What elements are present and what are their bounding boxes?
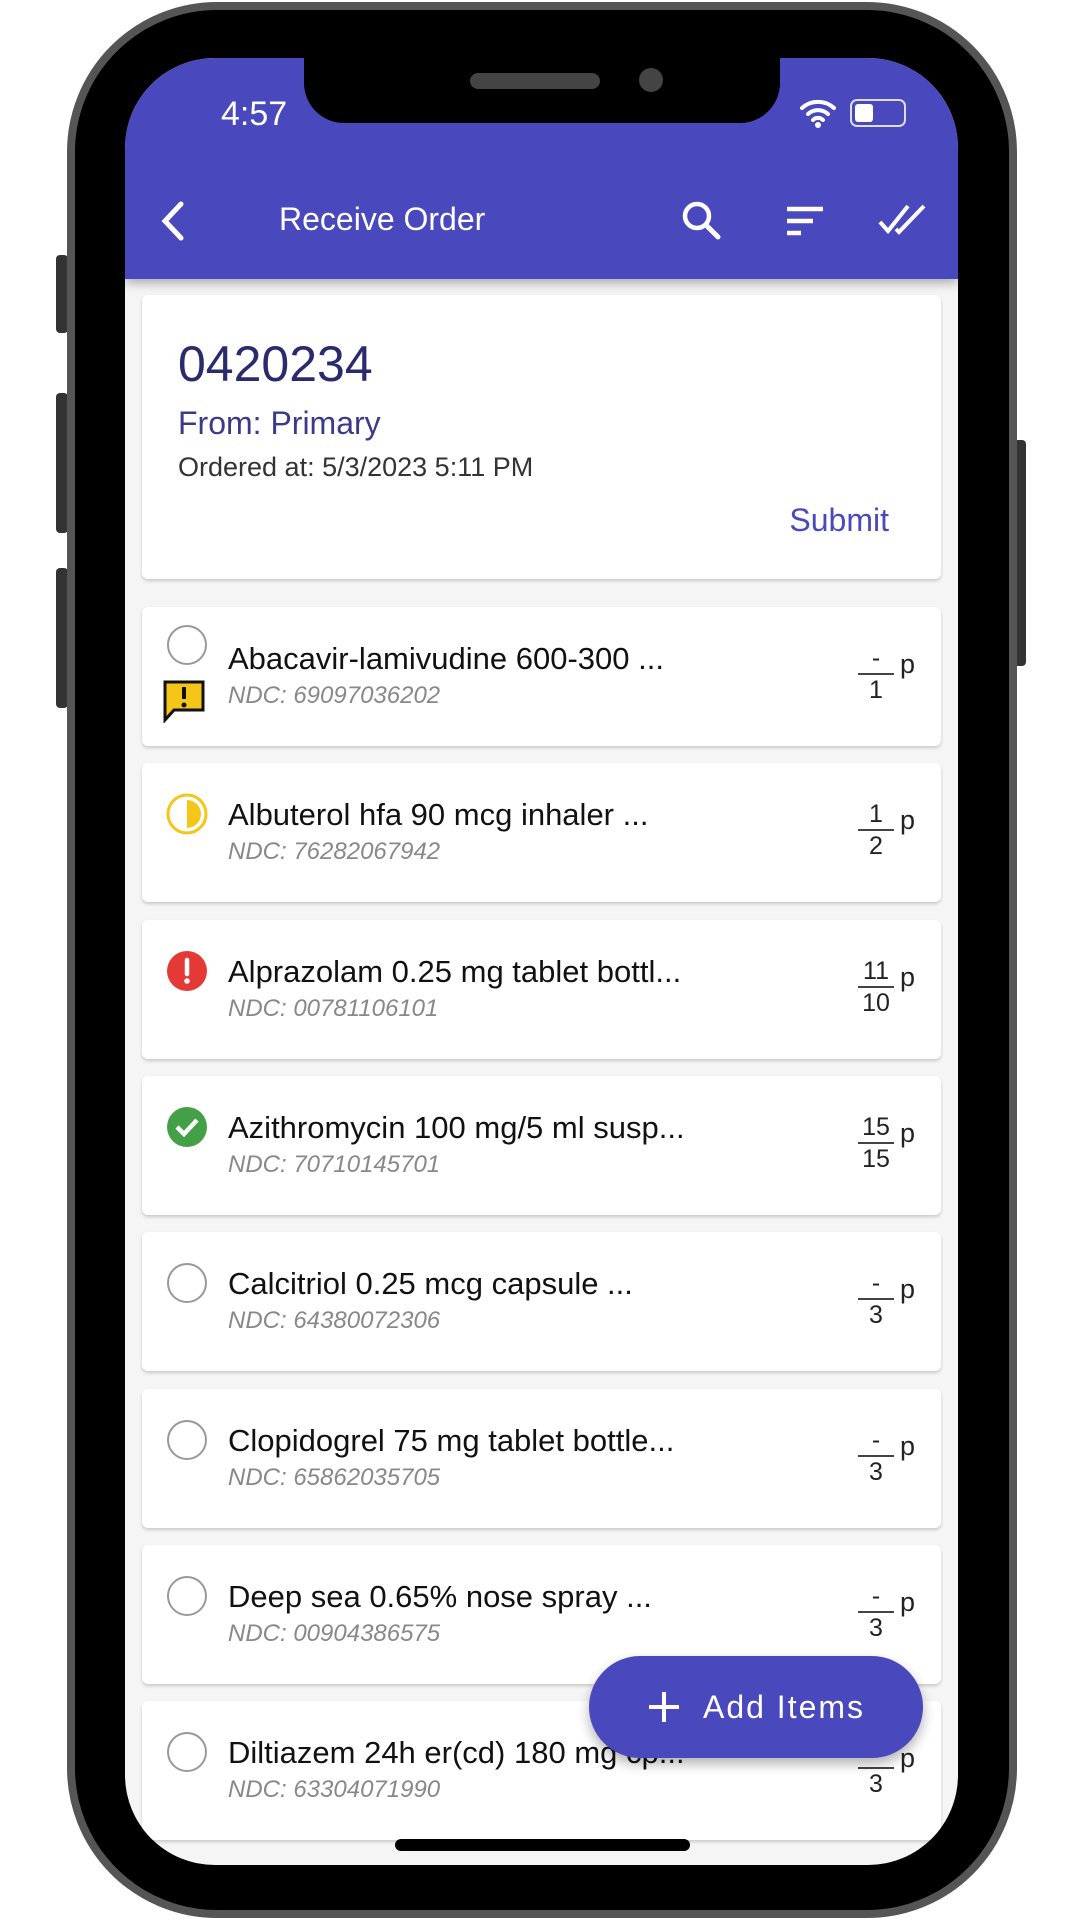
notch xyxy=(304,58,780,123)
quantity-fraction[interactable]: 12 xyxy=(858,799,894,861)
add-items-button[interactable]: Add Items xyxy=(589,1656,923,1758)
ordered-qty: 3 xyxy=(869,1770,883,1799)
item-name: Calcitriol 0.25 mcg capsule ... xyxy=(228,1266,633,1302)
unit-label: p xyxy=(900,1274,916,1305)
list-item[interactable]: Clopidogrel 75 mg tablet bottle... NDC: 6… xyxy=(142,1388,941,1528)
ordered-qty: 3 xyxy=(869,1457,883,1486)
received-qty: - xyxy=(858,1581,894,1613)
quantity-fraction[interactable]: 11 10 xyxy=(858,956,894,1018)
ordered-qty: 1 xyxy=(869,676,883,704)
list-item[interactable]: Alprazolam 0.25 mg tablet bottl... NDC: 0… xyxy=(142,919,941,1059)
status-icons xyxy=(800,98,906,128)
quantity-fraction[interactable]: -3 xyxy=(858,1581,894,1643)
received-qty: 15 xyxy=(858,1112,894,1144)
item-ndc: NDC: 63304071990 xyxy=(228,1776,441,1804)
half-circle-icon[interactable] xyxy=(165,792,209,836)
list-item[interactable]: Albuterol hfa 90 mcg inhaler ... NDC: 762… xyxy=(142,763,941,903)
ordered-qty: 15 xyxy=(862,1144,890,1173)
ordered-qty: 2 xyxy=(869,832,883,861)
received-qty: - xyxy=(858,1268,894,1301)
item-ndc: NDC: 76282067942 xyxy=(228,838,441,866)
unit-label: p xyxy=(900,1117,916,1148)
check-circle-icon[interactable] xyxy=(165,1105,209,1149)
received-qty: - xyxy=(858,1425,894,1457)
unit-label: p xyxy=(900,649,916,679)
unchecked-circle-icon[interactable] xyxy=(165,1730,209,1774)
item-name: Deep sea 0.65% nose spray ... xyxy=(228,1578,652,1614)
order-date: Ordered at: 5/3/2023 5:11 PM xyxy=(178,452,534,482)
item-ndc: NDC: 00781106101 xyxy=(228,994,439,1022)
item-ndc: NDC: 70710145701 xyxy=(228,1150,441,1178)
received-qty: 1 xyxy=(858,799,894,832)
search-icon[interactable] xyxy=(677,196,727,246)
unchecked-circle-icon[interactable] xyxy=(165,1261,209,1305)
quantity-fraction[interactable]: 15 15 xyxy=(858,1112,894,1174)
ordered-qty: 3 xyxy=(869,1613,883,1642)
status-time: 4:57 xyxy=(221,95,288,133)
warning-comment-icon[interactable] xyxy=(162,679,206,723)
order-source: From: Primary xyxy=(178,405,381,441)
item-name: Alprazolam 0.25 mg tablet bottl... xyxy=(228,953,682,989)
received-qty: - xyxy=(858,643,894,675)
item-name: Azithromycin 100 mg/5 ml susp... xyxy=(228,1109,685,1145)
ordered-qty: 10 xyxy=(862,988,890,1017)
list-item[interactable]: Abacavir-lamivudine 600-300 ... NDC: 6909… xyxy=(142,607,941,746)
plus-icon xyxy=(648,1692,679,1722)
error-icon[interactable] xyxy=(165,949,209,993)
unit-label: p xyxy=(900,1586,916,1617)
submit-button[interactable]: Submit xyxy=(789,502,889,539)
unit-label: p xyxy=(900,961,916,992)
order-summary-card: 0420234 From: Primary Ordered at: 5/3/20… xyxy=(142,295,941,579)
unit-label: p xyxy=(900,1430,916,1461)
battery-icon xyxy=(850,99,906,127)
order-number: 0420234 xyxy=(178,336,373,392)
unchecked-circle-icon[interactable] xyxy=(165,1418,209,1462)
list-item[interactable]: Azithromycin 100 mg/5 ml susp... NDC: 707… xyxy=(142,1075,941,1215)
quantity-fraction[interactable]: -3 xyxy=(858,1268,894,1330)
unchecked-circle-icon[interactable] xyxy=(165,1574,209,1618)
quantity-fraction[interactable]: -3 xyxy=(858,1425,894,1487)
item-ndc: NDC: 64380072306 xyxy=(228,1307,441,1335)
ordered-qty: 3 xyxy=(869,1301,883,1330)
sort-icon[interactable] xyxy=(780,196,830,246)
add-items-label: Add Items xyxy=(702,1688,866,1725)
back-icon[interactable] xyxy=(149,196,199,246)
item-name: Abacavir-lamivudine 600-300 ... xyxy=(228,641,664,676)
unchecked-circle-icon[interactable] xyxy=(165,623,209,667)
quantity-fraction[interactable]: -1 xyxy=(858,643,894,705)
page-title: Receive Order xyxy=(279,201,486,237)
item-ndc: NDC: 00904386575 xyxy=(228,1619,441,1647)
unit-label: p xyxy=(900,805,916,836)
double-check-icon[interactable] xyxy=(878,196,928,246)
home-indicator[interactable] xyxy=(395,1839,690,1851)
received-qty: 11 xyxy=(858,956,894,988)
item-ndc: NDC: 65862035705 xyxy=(228,1463,441,1491)
screen: 4:57 Receive Order 0420234 From: Primary… xyxy=(125,58,958,1865)
list-item[interactable]: Calcitriol 0.25 mcg capsule ... NDC: 6438… xyxy=(142,1232,941,1372)
wifi-icon xyxy=(800,99,836,128)
item-name: Clopidogrel 75 mg tablet bottle... xyxy=(228,1422,675,1458)
item-name: Albuterol hfa 90 mcg inhaler ... xyxy=(228,797,649,833)
item-ndc: NDC: 69097036202 xyxy=(228,682,441,709)
